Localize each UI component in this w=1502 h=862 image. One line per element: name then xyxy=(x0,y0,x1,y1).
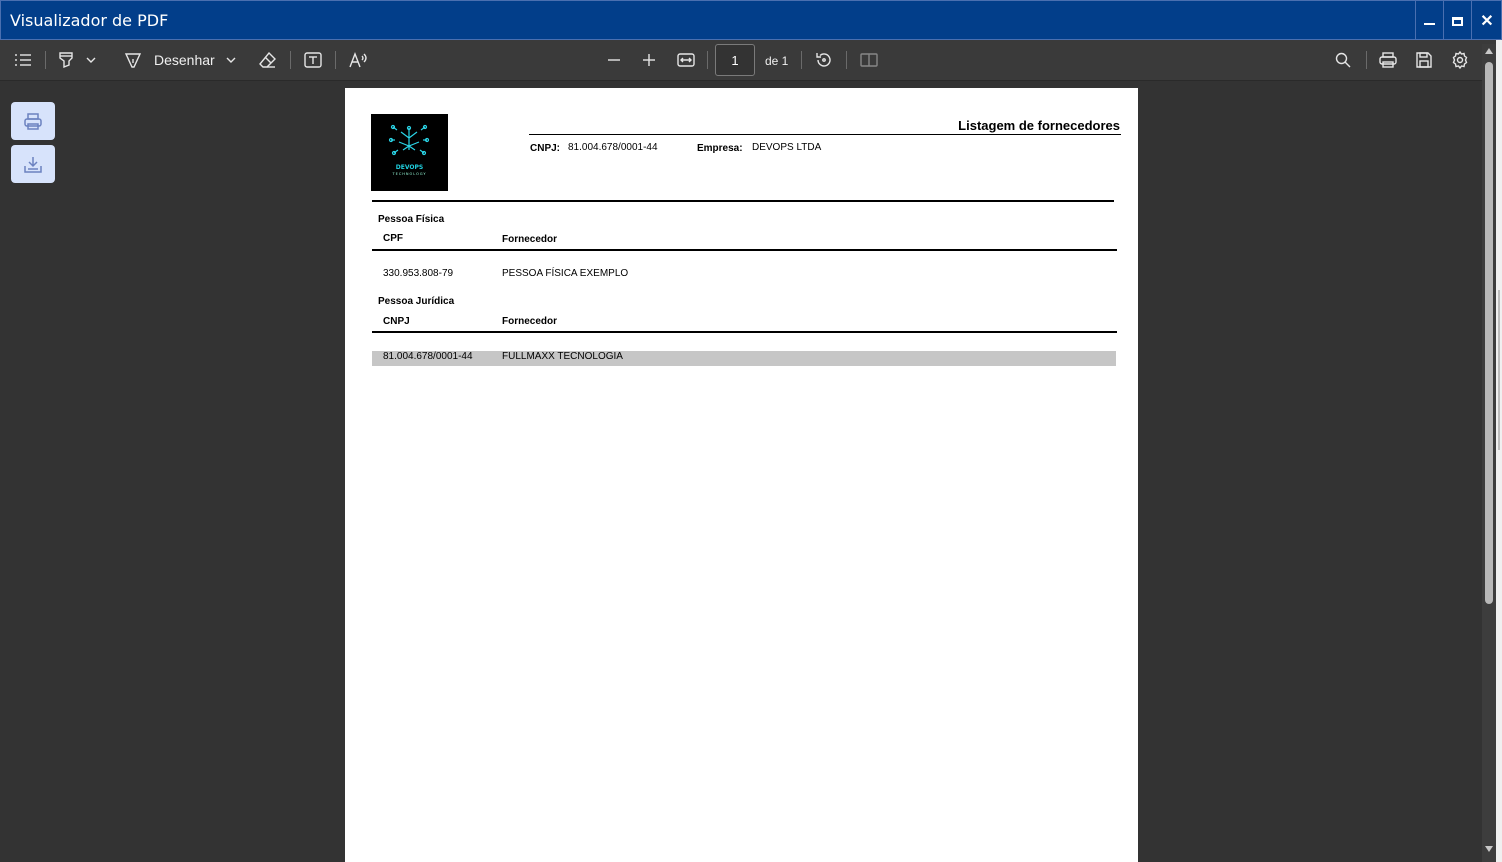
search-icon[interactable] xyxy=(1333,49,1353,71)
circuit-brain-icon xyxy=(388,124,430,156)
toolbar-divider xyxy=(801,51,802,69)
read-aloud-icon[interactable] xyxy=(348,49,370,71)
logo-subtext: TECHNOLOGY xyxy=(392,172,427,176)
close-button[interactable]: ✕ xyxy=(1471,1,1502,41)
column-header-cpf: CPF xyxy=(383,233,403,244)
toolbar-divider xyxy=(707,51,708,69)
rotate-icon[interactable] xyxy=(814,49,834,71)
empresa-label: Empresa: xyxy=(697,143,743,154)
window-title: Visualizador de PDF xyxy=(10,11,169,30)
document-title: Listagem de fornecedores xyxy=(958,118,1120,133)
cnpj-value: 81.004.678/0001-44 xyxy=(568,142,658,153)
table-cell-id: 330.953.808-79 xyxy=(383,268,454,279)
download-icon xyxy=(24,156,42,173)
highlighter-icon[interactable] xyxy=(57,49,75,71)
table-header-rule xyxy=(372,331,1117,333)
empresa-value: DEVOPS LTDA xyxy=(752,142,822,153)
table-header-rule xyxy=(372,249,1117,251)
pdf-page: DEVOPS TECHNOLOGY Listagem de fornecedor… xyxy=(345,88,1138,862)
printer-icon[interactable] xyxy=(1378,49,1398,71)
column-header-fornecedor: Fornecedor xyxy=(502,316,558,327)
vertical-scrollbar[interactable] xyxy=(1482,44,1496,862)
section-title: Pessoa Física xyxy=(378,214,445,225)
scroll-up-arrow-icon[interactable] xyxy=(1485,48,1493,54)
table-cell-id: 81.004.678/0001-44 xyxy=(383,351,473,362)
toolbar-divider xyxy=(45,51,46,69)
table-cell-name: FULLMAXX TECNOLOGIA xyxy=(502,351,623,362)
minimize-icon xyxy=(1424,23,1435,25)
scroll-down-arrow-icon[interactable] xyxy=(1485,846,1493,852)
cnpj-label: CNPJ: xyxy=(530,143,561,154)
plus-icon[interactable] xyxy=(640,49,658,71)
title-bar: Visualizador de PDF ✕ xyxy=(0,0,1502,41)
toolbar-divider xyxy=(846,51,847,69)
scroll-thumb[interactable] xyxy=(1485,62,1493,604)
highlight-chevron-down-icon[interactable] xyxy=(85,49,97,71)
printer-icon xyxy=(24,112,42,130)
company-logo: DEVOPS TECHNOLOGY xyxy=(371,114,448,191)
side-print-button[interactable] xyxy=(11,102,55,140)
side-download-button[interactable] xyxy=(11,145,55,183)
outer-window-edge xyxy=(1496,40,1502,862)
pen-icon[interactable] xyxy=(123,49,143,71)
toolbar-divider xyxy=(1366,51,1367,69)
toolbar-divider xyxy=(290,51,291,69)
eraser-icon[interactable] xyxy=(258,49,278,71)
draw-chevron-down-icon[interactable] xyxy=(225,49,237,71)
fit-width-icon[interactable] xyxy=(676,49,696,71)
two-page-icon[interactable] xyxy=(859,49,879,71)
page-count-label: de 1 xyxy=(765,54,789,68)
maximize-icon xyxy=(1452,16,1463,26)
header-divider xyxy=(529,134,1121,135)
header-rule xyxy=(372,200,1114,202)
column-header-fornecedor: Fornecedor xyxy=(502,234,558,245)
page-number-input[interactable] xyxy=(715,44,755,76)
draw-label[interactable]: Desenhar xyxy=(154,52,215,68)
outer-scroll-mark xyxy=(1498,290,1500,450)
column-header-cnpj: CNPJ xyxy=(383,316,410,327)
minimize-button[interactable] xyxy=(1415,1,1443,41)
table-cell-name: PESSOA FÍSICA EXEMPLO xyxy=(502,268,629,279)
toolbar-divider xyxy=(335,51,336,69)
save-icon[interactable] xyxy=(1414,49,1434,71)
table-row xyxy=(372,351,1116,366)
minus-icon[interactable] xyxy=(605,49,623,71)
close-icon: ✕ xyxy=(1480,13,1494,30)
pdf-toolbar: Desenhar de 1 xyxy=(0,40,1496,81)
section-title: Pessoa Jurídica xyxy=(378,296,455,307)
text-box-icon[interactable] xyxy=(303,49,323,71)
gear-icon[interactable] xyxy=(1450,49,1470,71)
logo-text: DEVOPS xyxy=(395,164,424,171)
list-icon[interactable] xyxy=(13,49,33,71)
maximize-button[interactable] xyxy=(1443,1,1471,41)
